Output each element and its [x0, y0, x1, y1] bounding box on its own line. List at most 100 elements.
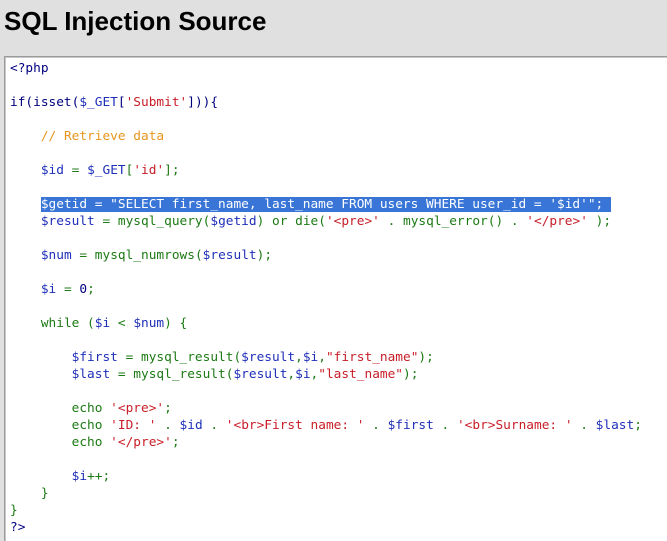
- code-token: );: [403, 367, 419, 382]
- code-token: ,: [295, 350, 303, 365]
- code-line[interactable]: echo 'ID: ' . $id . '<br>First name: ' .…: [10, 417, 642, 434]
- code-token: ++;: [87, 469, 111, 484]
- code-line[interactable]: [10, 77, 642, 94]
- code-token: $i: [40, 282, 57, 297]
- code-line[interactable]: $num = mysql_numrows($result);: [10, 247, 642, 264]
- code-line[interactable]: echo '<pre>';: [10, 400, 642, 417]
- code-line[interactable]: }: [10, 485, 642, 502]
- selected-code-text: $getid = "SELECT first_name, last_name F…: [40, 197, 611, 212]
- code-token: $i: [302, 350, 319, 365]
- code-line[interactable]: $i++;: [10, 468, 642, 485]
- code-token: $getid: [210, 214, 257, 229]
- code-line[interactable]: [10, 179, 642, 196]
- code-token: =: [63, 163, 88, 178]
- code-token: <?php: [10, 61, 49, 76]
- code-line[interactable]: [10, 332, 642, 349]
- code-token: ;: [171, 435, 180, 450]
- code-token: $id: [40, 163, 64, 178]
- code-token: '<br>Surname: ': [456, 418, 573, 433]
- code-token: .: [379, 214, 403, 229]
- code-line[interactable]: [10, 264, 642, 281]
- code-token: $result: [202, 248, 257, 263]
- code-token: '<br>First name: ': [225, 418, 365, 433]
- code-line[interactable]: [10, 145, 642, 162]
- code-line[interactable]: ?>: [10, 519, 642, 536]
- code-line[interactable]: $id = $_GET['id'];: [10, 162, 642, 179]
- code-token: .: [433, 418, 457, 433]
- code-token: =: [117, 350, 141, 365]
- code-line[interactable]: while ($i < $num) {: [10, 315, 642, 332]
- code-token: '</pre>': [526, 214, 588, 229]
- code-line[interactable]: $result = mysql_query($getid) or die('<p…: [10, 213, 642, 230]
- code-token: $i: [295, 367, 311, 382]
- code-token: ;: [87, 282, 95, 297]
- code-line[interactable]: $i = 0;: [10, 281, 642, 298]
- code-token: while (: [40, 316, 95, 331]
- code-token: =: [110, 367, 134, 382]
- code-token: ];: [164, 163, 180, 178]
- code-line[interactable]: }: [10, 502, 642, 519]
- code-token: );: [418, 350, 434, 365]
- code-token: .: [202, 418, 226, 433]
- code-panel[interactable]: <?php if(isset($_GET['Submit'])){ // Retr…: [4, 56, 667, 541]
- code-token: 'ID: ': [110, 418, 157, 433]
- code-token: mysql_query: [117, 214, 203, 229]
- code-line[interactable]: // Retrieve data: [10, 128, 642, 145]
- code-token: echo: [71, 418, 111, 433]
- code-token: $num: [40, 248, 72, 263]
- code-token: ;: [634, 418, 642, 433]
- code-token: =: [56, 282, 80, 297]
- page-title: SQL Injection Source: [4, 6, 267, 36]
- code-token: () .: [487, 214, 527, 229]
- code-line[interactable]: $first = mysql_result($result,$i,"first_…: [10, 349, 642, 366]
- source-code[interactable]: <?php if(isset($_GET['Submit'])){ // Retr…: [10, 60, 642, 536]
- code-line[interactable]: $getid = "SELECT first_name, last_name F…: [10, 196, 642, 213]
- code-line[interactable]: [10, 111, 642, 128]
- code-token: mysql_result: [141, 350, 234, 365]
- code-token: mysql_numrows: [94, 248, 195, 263]
- code-token: "last_name": [318, 367, 404, 382]
- code-token: mysql_result: [133, 367, 226, 382]
- code-token: ) {: [164, 316, 188, 331]
- code-token: $result: [233, 367, 288, 382]
- source-viewer-page: SQL Injection Source <?php if(isset($_GET…: [0, 0, 667, 541]
- code-token: ,: [287, 367, 296, 382]
- code-line[interactable]: $last = mysql_result($result,$i,"last_na…: [10, 366, 642, 383]
- code-token: $result: [241, 350, 296, 365]
- code-line[interactable]: [10, 383, 642, 400]
- code-token: (: [233, 350, 242, 365]
- code-token: '</pre>': [110, 435, 172, 450]
- code-token: $i: [94, 316, 111, 331]
- code-token: (: [194, 248, 203, 263]
- code-token: ])){: [187, 95, 219, 110]
- code-token: $last: [595, 418, 635, 433]
- code-token: echo: [71, 401, 111, 416]
- code-line[interactable]: [10, 298, 642, 315]
- code-token: );: [587, 214, 612, 229]
- code-token: .: [364, 418, 388, 433]
- code-token: "first_name": [325, 350, 419, 365]
- code-line[interactable]: <?php: [10, 60, 642, 77]
- code-line[interactable]: [10, 451, 642, 468]
- code-token: );: [256, 248, 273, 263]
- code-token: }: [10, 503, 18, 518]
- code-line[interactable]: if(isset($_GET['Submit'])){: [10, 94, 642, 111]
- code-line[interactable]: [10, 230, 642, 247]
- code-token: ) or die(: [256, 214, 326, 229]
- code-token: echo: [71, 435, 111, 450]
- code-token: .: [156, 418, 180, 433]
- code-line[interactable]: echo '</pre>';: [10, 434, 642, 451]
- code-token: '<pre>': [325, 214, 380, 229]
- code-token: $first: [387, 418, 434, 433]
- code-token: ?>: [10, 520, 26, 535]
